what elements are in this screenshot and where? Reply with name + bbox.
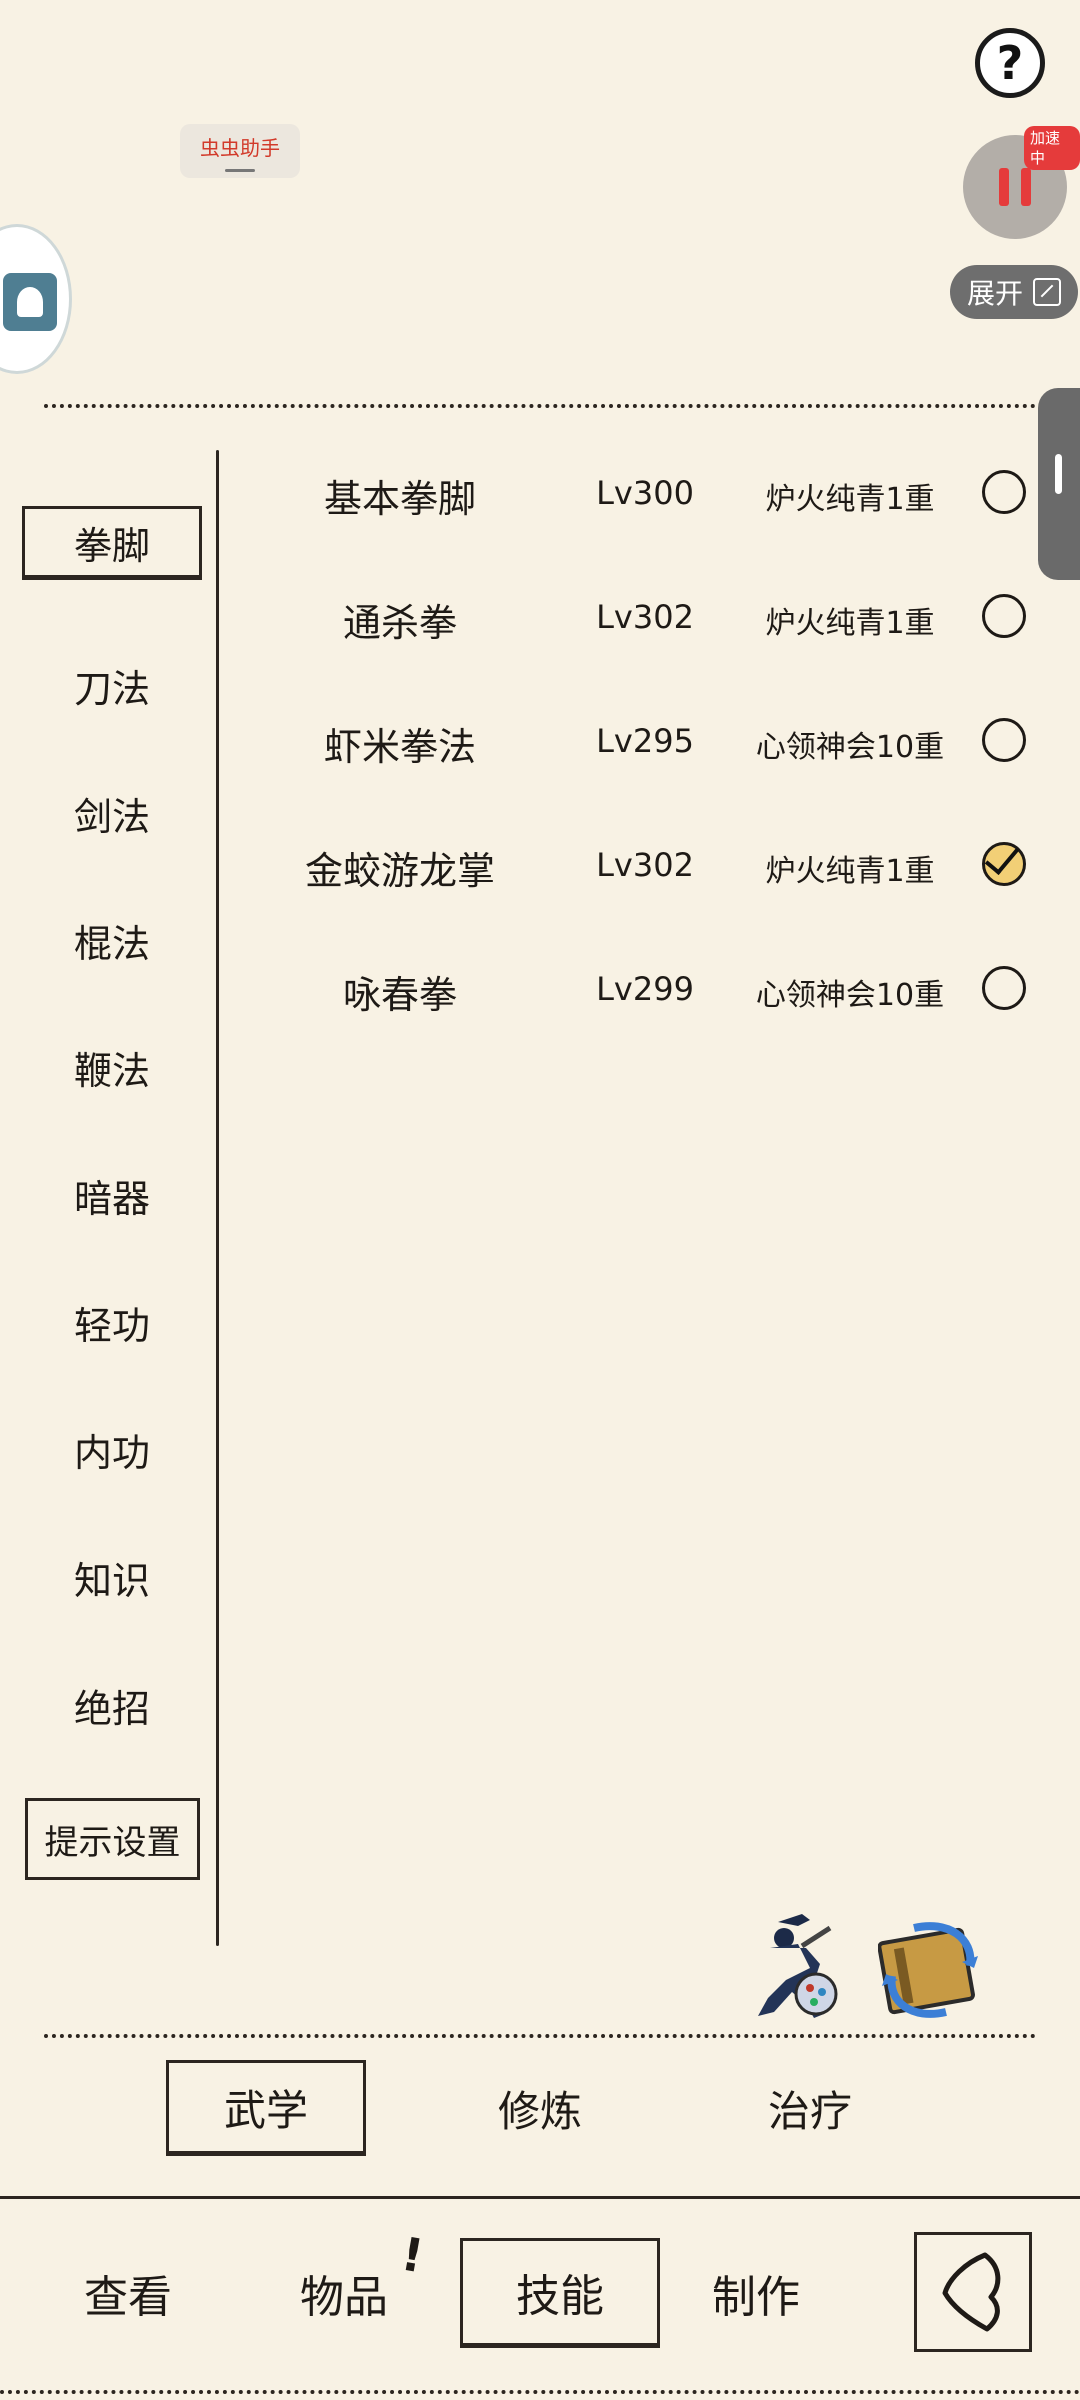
subtab-xiulian[interactable]: 修炼 [440, 2060, 640, 2156]
expand-button[interactable]: 展开 [950, 265, 1078, 319]
ninja-skill-icon[interactable] [740, 1908, 840, 2022]
skill-level: Lv300 [596, 474, 694, 512]
handle-grip-icon [1055, 454, 1062, 494]
skill-checkbox[interactable] [982, 470, 1026, 514]
nav-tab-craft[interactable]: 制作 [656, 2238, 856, 2348]
category-label: 剑法 [73, 794, 150, 839]
sidebar-divider [216, 450, 219, 1946]
skill-checkbox-checked[interactable] [982, 842, 1026, 886]
pause-icon-bar [1021, 168, 1031, 206]
bottom-divider [0, 2196, 1080, 2199]
skill-row[interactable]: 咏春拳 Lv299 心领神会10重 [260, 942, 1050, 1032]
skill-level: Lv302 [596, 846, 694, 884]
category-label: 鞭法 [73, 1048, 150, 1093]
speed-badge: 加速中 [1024, 126, 1080, 170]
nav-tab-view[interactable]: 查看 [28, 2238, 228, 2348]
tip-settings-label: 提示设置 [44, 1822, 181, 1863]
category-label: 绝招 [73, 1686, 150, 1731]
skill-level: Lv302 [596, 598, 694, 636]
nav-tab-label: 技能 [516, 2271, 604, 2322]
expand-icon [1033, 278, 1061, 306]
top-divider [44, 404, 1036, 408]
skill-level: Lv295 [596, 722, 694, 760]
skill-stage: 心领神会10重 [755, 730, 945, 765]
skill-checkbox[interactable] [982, 966, 1026, 1010]
category-label: 内功 [73, 1430, 150, 1475]
skill-checkbox[interactable] [982, 594, 1026, 638]
question-mark-icon: ? [996, 36, 1024, 90]
category-tab-jianfa[interactable]: 剑法 [22, 776, 202, 850]
category-label: 棍法 [73, 921, 150, 966]
category-tab-daofa[interactable]: 刀法 [22, 648, 202, 722]
category-tab-qinggong[interactable]: 轻功 [22, 1285, 202, 1359]
category-tab-gunfa[interactable]: 棍法 [22, 903, 202, 977]
help-button[interactable]: ? [975, 28, 1045, 98]
subtab-zhiliao[interactable]: 治疗 [710, 2060, 910, 2156]
nav-tab-skills[interactable]: 技能 [460, 2238, 660, 2348]
skill-row[interactable]: 通杀拳 Lv302 炉火纯青1重 [260, 570, 1050, 660]
category-label: 拳脚 [73, 523, 150, 568]
category-tab-anqi[interactable]: 暗器 [22, 1158, 202, 1232]
skill-stage: 炉火纯青1重 [765, 854, 935, 889]
pause-icon [999, 168, 1009, 206]
skill-stage: 炉火纯青1重 [765, 482, 935, 517]
back-button[interactable] [914, 2232, 1032, 2352]
subtab-label: 治疗 [767, 2086, 852, 2136]
category-tab-quanjiao[interactable]: 拳脚 [22, 506, 202, 580]
subtab-wuxue[interactable]: 武学 [166, 2060, 366, 2156]
drag-handle-icon [225, 169, 255, 172]
nav-tab-label: 查看 [84, 2272, 172, 2323]
tip-settings-button[interactable]: 提示设置 [25, 1798, 200, 1880]
middle-divider [44, 2034, 1036, 2038]
nav-tab-label: 物品 [300, 2272, 388, 2323]
app-logo-icon [3, 273, 57, 331]
category-label: 暗器 [73, 1176, 150, 1221]
category-tab-bianfa[interactable]: 鞭法 [22, 1030, 202, 1104]
skill-name: 虾米拳法 [323, 725, 476, 769]
skill-row[interactable]: 虾米拳法 Lv295 心领神会10重 [260, 694, 1050, 784]
category-tab-zhishi[interactable]: 知识 [22, 1540, 202, 1614]
category-label: 知识 [73, 1558, 150, 1603]
skill-stage: 炉火纯青1重 [765, 606, 935, 641]
skill-row[interactable]: 金蛟游龙掌 Lv302 炉火纯青1重 [260, 818, 1050, 908]
category-tab-neigong[interactable]: 内功 [22, 1412, 202, 1486]
category-tab-juezhao[interactable]: 绝招 [22, 1668, 202, 1742]
skill-name: 基本拳脚 [323, 477, 476, 521]
back-icon [942, 2252, 1001, 2332]
app-float-button[interactable] [0, 224, 72, 374]
nav-tab-label: 制作 [712, 2272, 800, 2323]
subtab-label: 武学 [223, 2085, 308, 2135]
skill-checkbox[interactable] [982, 718, 1026, 762]
expand-label: 展开 [966, 277, 1023, 310]
skill-name: 咏春拳 [342, 973, 457, 1017]
book-exchange-icon[interactable] [877, 1922, 982, 2018]
helper-label: 虫虫助手 [200, 136, 280, 160]
category-label: 刀法 [73, 666, 150, 711]
skill-row[interactable]: 基本拳脚 Lv300 炉火纯青1重 [260, 446, 1050, 536]
skill-name: 金蛟游龙掌 [304, 849, 495, 893]
skill-level: Lv299 [596, 970, 694, 1008]
category-label: 轻功 [73, 1303, 150, 1348]
helper-pill[interactable]: 虫虫助手 [180, 124, 300, 178]
skill-stage: 心领神会10重 [755, 978, 945, 1013]
skill-name: 通杀拳 [342, 601, 457, 645]
bottom-dotted-edge [0, 2390, 1080, 2394]
subtab-label: 修炼 [497, 2086, 582, 2136]
